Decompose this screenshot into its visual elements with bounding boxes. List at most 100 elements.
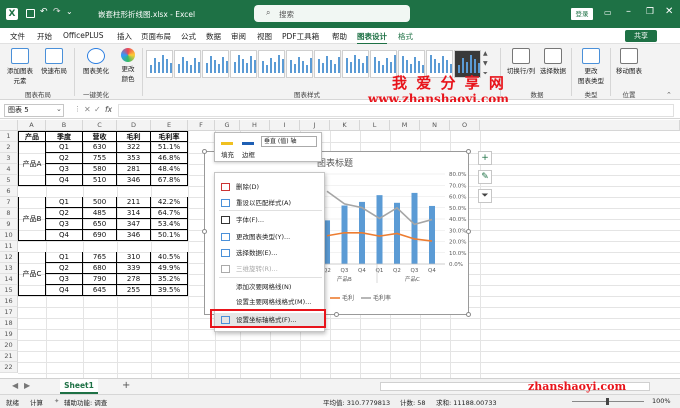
column-header[interactable]: E xyxy=(151,120,188,131)
tab-home[interactable]: 开始 xyxy=(37,31,52,42)
table-cell[interactable]: 500 xyxy=(83,197,117,208)
tab-insert[interactable]: 插入 xyxy=(117,31,132,42)
table-cell[interactable]: Q1 xyxy=(46,142,83,153)
context-menu-item[interactable]: 更改图表类型(Y)... xyxy=(215,230,326,244)
resize-handle[interactable] xyxy=(202,229,207,234)
chart-style-thumbnail[interactable] xyxy=(174,50,201,78)
table-cell[interactable]: 46.8% xyxy=(151,153,188,164)
minimize-icon[interactable]: – xyxy=(626,6,631,17)
outline-pen-icon[interactable] xyxy=(242,135,254,145)
tab-formulas[interactable]: 公式 xyxy=(181,31,196,42)
row-header[interactable]: 11 xyxy=(0,241,18,252)
column-header[interactable]: A xyxy=(18,120,46,131)
table-cell[interactable]: 353 xyxy=(117,153,151,164)
table-cell[interactable]: 580 xyxy=(83,164,117,175)
prev-sheet-icon[interactable]: ◀ xyxy=(12,381,18,390)
table-cell[interactable]: 67.8% xyxy=(151,175,188,186)
column-header[interactable]: K xyxy=(330,120,360,131)
chart-beautify-button[interactable]: 图表美化 xyxy=(80,48,112,75)
undo-icon[interactable]: ↶ xyxy=(40,7,48,17)
search-box[interactable]: ⌕ 搜索 xyxy=(254,5,410,22)
row-header[interactable]: 3 xyxy=(0,153,18,164)
table-cell[interactable]: 255 xyxy=(117,285,151,296)
redo-icon[interactable]: ↷ xyxy=(53,7,61,17)
table-cell[interactable]: 51.1% xyxy=(151,142,188,153)
new-sheet-plus-icon[interactable]: + xyxy=(122,380,130,391)
fill-bucket-icon[interactable] xyxy=(221,135,233,145)
table-cell[interactable]: 680 xyxy=(83,263,117,274)
table-cell[interactable]: 42.2% xyxy=(151,197,188,208)
resize-handle[interactable] xyxy=(202,149,207,154)
column-header[interactable]: C xyxy=(83,120,117,131)
add-chart-element-button[interactable]: 添加图表 元素 xyxy=(6,48,34,85)
table-cell[interactable]: Q3 xyxy=(46,164,83,175)
row-header[interactable]: 14 xyxy=(0,274,18,285)
row-header[interactable]: 4 xyxy=(0,164,18,175)
table-header-cell[interactable]: 毛利率 xyxy=(151,131,188,142)
save-icon[interactable] xyxy=(26,9,35,18)
tab-help[interactable]: 帮助 xyxy=(332,31,347,42)
table-cell[interactable]: 765 xyxy=(83,252,117,263)
login-button[interactable]: 登录 xyxy=(571,8,593,20)
chart-style-thumbnail[interactable] xyxy=(286,50,313,78)
context-menu-item[interactable]: 字体(F)... xyxy=(215,213,326,227)
table-cell[interactable]: 48.4% xyxy=(151,164,188,175)
chart-style-thumbnail[interactable] xyxy=(230,50,257,78)
table-cell[interactable]: 346 xyxy=(117,230,151,241)
table-cell[interactable]: 510 xyxy=(83,175,117,186)
fill-label[interactable]: 填充 xyxy=(221,149,234,159)
tab-pdf-toolbox[interactable]: PDF工具箱 xyxy=(282,31,319,42)
row-header[interactable]: 12 xyxy=(0,252,18,263)
resize-handle[interactable] xyxy=(466,229,471,234)
table-cell[interactable]: 49.9% xyxy=(151,263,188,274)
table-cell[interactable]: Q3 xyxy=(46,219,83,230)
maximize-icon[interactable]: ❐ xyxy=(646,7,654,17)
change-chart-type-button[interactable]: 更改 图表类型 xyxy=(574,48,608,85)
sheet-tab-sheet1[interactable]: Sheet1 xyxy=(60,379,98,394)
column-header[interactable]: N xyxy=(420,120,450,131)
quick-access-more-icon[interactable]: ⌄ xyxy=(66,7,73,16)
status-accessibility[interactable]: 辅助功能: 调查 xyxy=(64,397,107,407)
chart-style-thumbnail[interactable] xyxy=(146,50,173,78)
chart-title[interactable]: 图表标题 xyxy=(317,156,353,169)
table-cell[interactable]: 485 xyxy=(83,208,117,219)
row-header[interactable]: 21 xyxy=(0,351,18,362)
tab-page-layout[interactable]: 页面布局 xyxy=(141,31,171,42)
column-header[interactable]: F xyxy=(188,120,215,131)
table-header-cell[interactable]: 营收 xyxy=(83,131,117,142)
table-cell[interactable]: 630 xyxy=(83,142,117,153)
table-cell[interactable]: Q1 xyxy=(46,197,83,208)
context-menu-item[interactable]: 重设以匹配样式(A) xyxy=(215,196,326,210)
row-header[interactable]: 15 xyxy=(0,285,18,296)
product-cell[interactable]: 产品A xyxy=(18,142,46,186)
table-cell[interactable]: 650 xyxy=(83,219,117,230)
share-button[interactable]: 共享 xyxy=(625,30,657,42)
resize-handle[interactable] xyxy=(466,312,471,317)
table-cell[interactable]: 211 xyxy=(117,197,151,208)
context-menu-item[interactable]: 设置主要网格线格式(M)... xyxy=(215,295,326,309)
table-cell[interactable]: 50.1% xyxy=(151,230,188,241)
table-cell[interactable]: Q2 xyxy=(46,153,83,164)
name-box[interactable]: 图表 5 xyxy=(4,104,64,117)
tab-file[interactable]: 文件 xyxy=(10,31,25,42)
table-header-cell[interactable]: 毛利 xyxy=(117,131,151,142)
column-header[interactable]: B xyxy=(46,120,83,131)
table-cell[interactable]: 310 xyxy=(117,252,151,263)
column-header[interactable]: G xyxy=(215,120,240,131)
row-header[interactable]: 22 xyxy=(0,362,18,373)
tab-chart-design[interactable]: 图表设计 xyxy=(357,31,387,45)
table-cell[interactable]: 40.5% xyxy=(151,252,188,263)
tab-view[interactable]: 视图 xyxy=(257,31,272,42)
row-header[interactable]: 20 xyxy=(0,340,18,351)
close-icon[interactable]: ✕ xyxy=(665,6,673,17)
row-header[interactable]: 9 xyxy=(0,219,18,230)
column-header[interactable]: O xyxy=(450,120,480,131)
zoom-level[interactable]: 100% xyxy=(652,397,671,405)
table-cell[interactable]: Q2 xyxy=(46,263,83,274)
column-header[interactable]: J xyxy=(300,120,330,131)
table-cell[interactable]: Q4 xyxy=(46,175,83,186)
context-menu-item[interactable]: 选择数据(E)... xyxy=(215,246,326,260)
cancel-icon[interactable]: ✕ xyxy=(84,105,91,114)
row-header[interactable]: 13 xyxy=(0,263,18,274)
zoom-slider-thumb[interactable] xyxy=(606,398,609,405)
